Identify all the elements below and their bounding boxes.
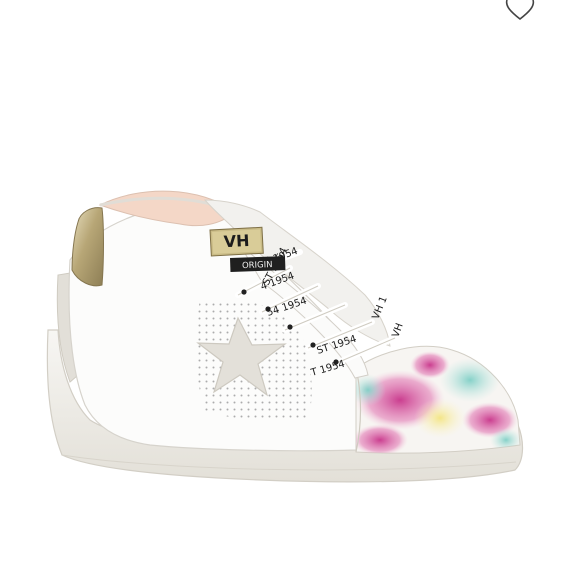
- tag-sub-origin: ORIGIN: [242, 260, 273, 271]
- lace-print-8: VH: [390, 322, 405, 339]
- product-image-stage: 4 1954 VH 1954 ST 1954 ST 1954 54 1954 V…: [0, 0, 580, 580]
- lace-print-6: VH 1: [371, 295, 390, 321]
- like-button[interactable]: [503, 0, 537, 22]
- sneaker-photo: 4 1954 VH 1954 ST 1954 ST 1954 54 1954 V…: [46, 190, 524, 483]
- tongue-label: ORIGIN: [229, 256, 286, 272]
- gold-heel-tab: [71, 207, 104, 287]
- tag-brand: VH: [223, 231, 250, 251]
- heart-outline-icon: [505, 0, 535, 21]
- tongue-brand-tag: VH: [209, 226, 264, 257]
